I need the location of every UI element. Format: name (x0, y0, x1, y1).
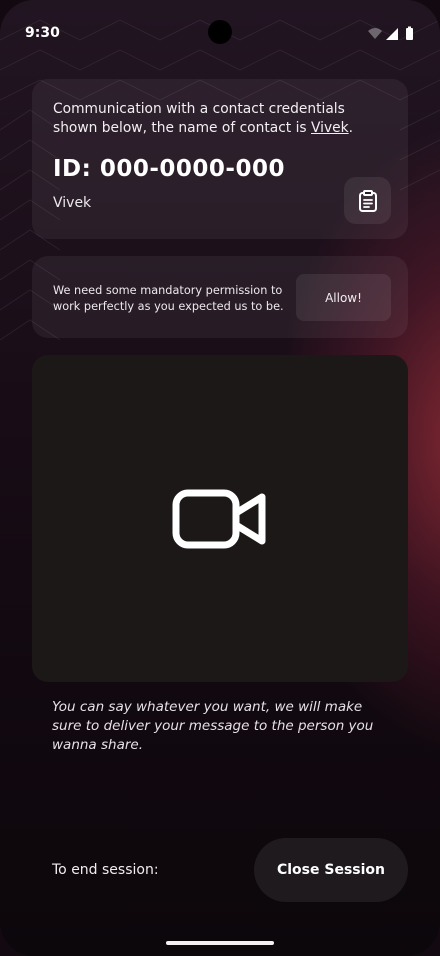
status-time: 9:30 (25, 25, 60, 41)
description-suffix: . (348, 120, 354, 136)
permission-card: We need some mandatory permission to wor… (32, 256, 408, 338)
contact-name-link[interactable]: Vivek (311, 120, 349, 136)
status-icons (368, 26, 413, 40)
credentials-description: Communication with a contact credentials… (53, 100, 393, 138)
wifi-icon (368, 28, 382, 39)
description-text: Communication with a contact credentials… (53, 101, 345, 136)
copy-id-button[interactable] (344, 177, 391, 224)
video-panel[interactable] (32, 355, 408, 682)
clipboard-icon (358, 189, 377, 212)
allow-permission-button[interactable]: Allow! (296, 274, 391, 321)
front-camera-cutout (208, 20, 232, 44)
info-note: You can say whatever you want, we will m… (52, 699, 374, 753)
phone-screen: 9:30 Communication with a contact creden… (0, 0, 440, 956)
contact-name: Vivek (53, 195, 92, 211)
contact-credentials-card: Communication with a contact credentials… (32, 79, 408, 239)
contact-id: ID: 000-0000-000 (53, 156, 285, 182)
battery-icon (406, 26, 413, 40)
status-bar: 9:30 (0, 0, 440, 60)
home-indicator[interactable] (166, 941, 274, 945)
close-session-button[interactable]: Close Session (254, 838, 408, 902)
cellular-signal-icon (386, 28, 398, 40)
permission-message: We need some mandatory permission to wor… (53, 284, 284, 313)
end-session-label: To end session: (52, 862, 159, 878)
video-camera-icon (172, 489, 266, 549)
